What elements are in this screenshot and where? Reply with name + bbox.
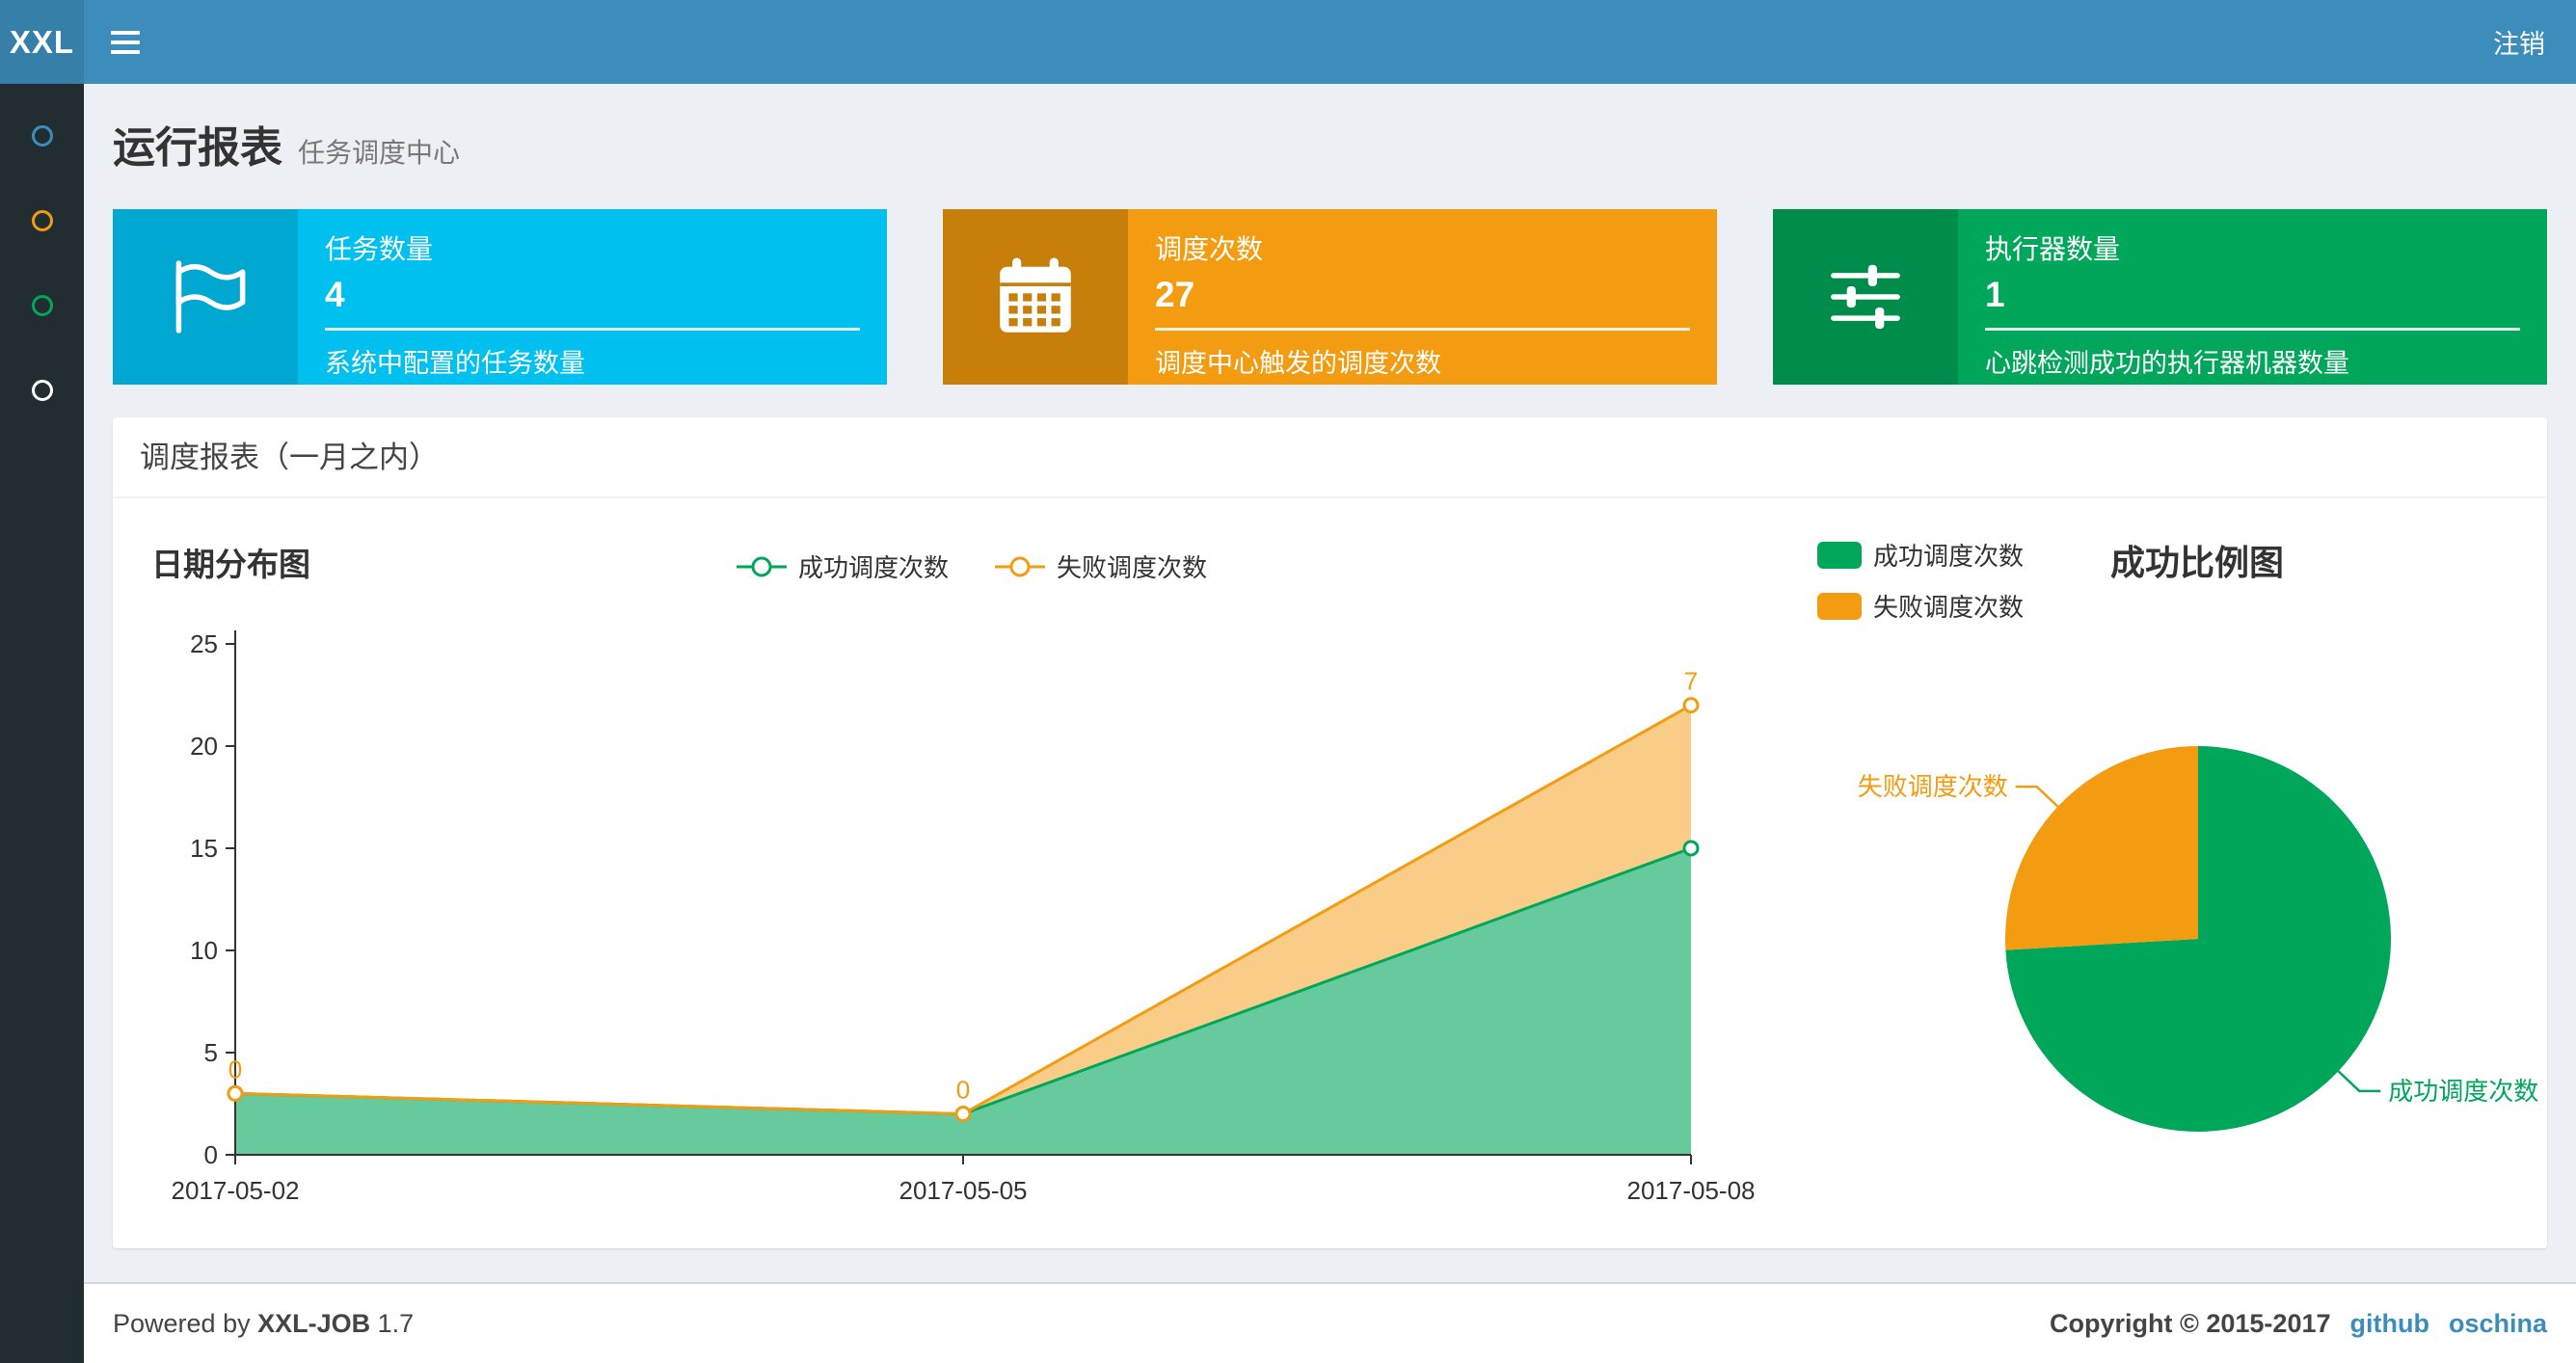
sidebar-item-1[interactable] [0, 94, 84, 178]
circle-icon [31, 125, 53, 147]
svg-text:0: 0 [204, 1140, 218, 1169]
page-title: 运行报表 [113, 124, 282, 172]
svg-text:失败调度次数: 失败调度次数 [1858, 772, 2008, 801]
svg-text:2017-05-05: 2017-05-05 [899, 1176, 1028, 1205]
divider [1985, 328, 2520, 331]
info-box-title: 任务数量 [325, 234, 434, 264]
svg-text:2017-05-08: 2017-05-08 [1627, 1176, 1756, 1205]
app-logo[interactable]: XXL [0, 0, 84, 84]
line-series-icon [995, 556, 1045, 576]
pie-chart-legend: 成功调度次数 失败调度次数 [1817, 537, 2024, 624]
report-panel: 调度报表（一月之内） 日期分布图 成功调度次数 失败调度次数 0 5 10 15… [113, 417, 2547, 1248]
info-box-jobs: 任务数量 4 系统中配置的任务数量 [113, 209, 887, 385]
info-box-value: 4 [325, 275, 345, 314]
info-box-title: 执行器数量 [1985, 234, 2121, 264]
divider [1155, 328, 1690, 331]
main-content: 运行报表 任务调度中心 任务数量 4 系统中配置的任务数量 调度次数 27 调度… [84, 84, 2576, 1282]
info-box-row: 任务数量 4 系统中配置的任务数量 调度次数 27 调度中心触发的调度次数 执行… [113, 209, 2547, 385]
sliders-icon [1831, 264, 1900, 330]
swatch-icon [1817, 541, 1862, 569]
page-header: 运行报表 任务调度中心 [84, 84, 2576, 174]
copyright-text: Copyright © 2015-2017 [2049, 1308, 2331, 1338]
svg-text:2017-05-02: 2017-05-02 [172, 1176, 300, 1205]
info-box-description: 系统中配置的任务数量 [325, 349, 585, 378]
hamburger-icon [111, 30, 140, 54]
pie-chart-canvas: 成功调度次数 失败调度次数 [1858, 746, 2538, 1132]
info-box-content: 执行器数量 1 心跳检测成功的执行器机器数量 [1958, 209, 2547, 385]
svg-text:0: 0 [228, 1055, 242, 1083]
flag-icon [175, 260, 246, 334]
sidebar-item-4[interactable] [0, 348, 84, 433]
version: 1.7 [377, 1308, 415, 1338]
info-box-value: 1 [1985, 275, 2005, 314]
legend-item-success[interactable]: 成功调度次数 [1817, 537, 2024, 573]
line-chart-legend: 成功调度次数 失败调度次数 [344, 548, 1597, 584]
logout-link[interactable]: 注销 [2462, 0, 2576, 84]
line-chart-canvas: 05101520252017-05-02 2017-05-05 2017-05-08… [172, 629, 1756, 1205]
swatch-icon [1817, 592, 1862, 620]
svg-text:25: 25 [190, 629, 218, 658]
legend-label: 失败调度次数 [1057, 553, 1208, 582]
circle-icon [31, 210, 53, 231]
legend-item-fail[interactable]: 失败调度次数 [993, 548, 1207, 584]
info-box-icon [113, 209, 298, 385]
info-box-triggers: 调度次数 27 调度中心触发的调度次数 [943, 209, 1717, 385]
sidebar-toggle-button[interactable] [84, 0, 167, 84]
info-box-description: 调度中心触发的调度次数 [1155, 349, 1441, 378]
pie-chart-title: 成功比例图 [2110, 543, 2285, 582]
svg-text:20: 20 [190, 732, 218, 761]
top-navbar: XXL 注销 [0, 0, 2576, 84]
sidebar-item-3[interactable] [0, 263, 84, 348]
sidebar-nav [0, 84, 84, 1363]
panel-body: 日期分布图 成功调度次数 失败调度次数 0 5 10 15 20 25 2017… [113, 498, 2547, 1246]
line-series-icon [736, 556, 787, 576]
github-link[interactable]: github [2350, 1309, 2429, 1339]
oschina-link[interactable]: oschina [2449, 1309, 2547, 1339]
svg-text:0: 0 [956, 1076, 970, 1105]
brand-name: XXL-JOB [257, 1308, 371, 1338]
info-box-description: 心跳检测成功的执行器机器数量 [1985, 349, 2349, 378]
svg-text:15: 15 [190, 834, 218, 863]
info-box-icon [943, 209, 1128, 385]
info-box-content: 任务数量 4 系统中配置的任务数量 [298, 209, 887, 385]
page-footer: Powered by XXL-JOB 1.7 Copyright © 2015-… [84, 1282, 2576, 1363]
legend-label: 失败调度次数 [1873, 593, 2025, 622]
info-box-content: 调度次数 27 调度中心触发的调度次数 [1128, 209, 1717, 385]
svg-text:10: 10 [190, 936, 218, 965]
info-box-value: 27 [1155, 275, 1195, 314]
legend-label: 成功调度次数 [797, 553, 949, 582]
svg-text:5: 5 [204, 1038, 218, 1067]
info-box-icon [1773, 209, 1958, 385]
sidebar-item-2[interactable] [0, 178, 84, 263]
legend-label: 成功调度次数 [1873, 542, 2025, 571]
info-box-title: 调度次数 [1155, 234, 1264, 264]
circle-icon [31, 295, 53, 316]
divider [325, 328, 860, 331]
svg-text:7: 7 [1684, 667, 1698, 696]
info-box-executors: 执行器数量 1 心跳检测成功的执行器机器数量 [1773, 209, 2547, 385]
svg-text:成功调度次数: 成功调度次数 [2388, 1077, 2538, 1106]
panel-title: 调度报表（一月之内） [113, 417, 2547, 498]
powered-by: Powered by XXL-JOB 1.7 [113, 1308, 415, 1338]
calendar-icon [1000, 257, 1071, 333]
footer-right: Copyright © 2015-2017 github oschina [2050, 1309, 2547, 1339]
circle-icon [31, 380, 53, 401]
line-chart-title: 日期分布图 [151, 547, 310, 582]
page-subtitle: 任务调度中心 [298, 138, 461, 168]
legend-item-fail[interactable]: 失败调度次数 [1817, 588, 2024, 624]
legend-item-success[interactable]: 成功调度次数 [735, 548, 949, 584]
